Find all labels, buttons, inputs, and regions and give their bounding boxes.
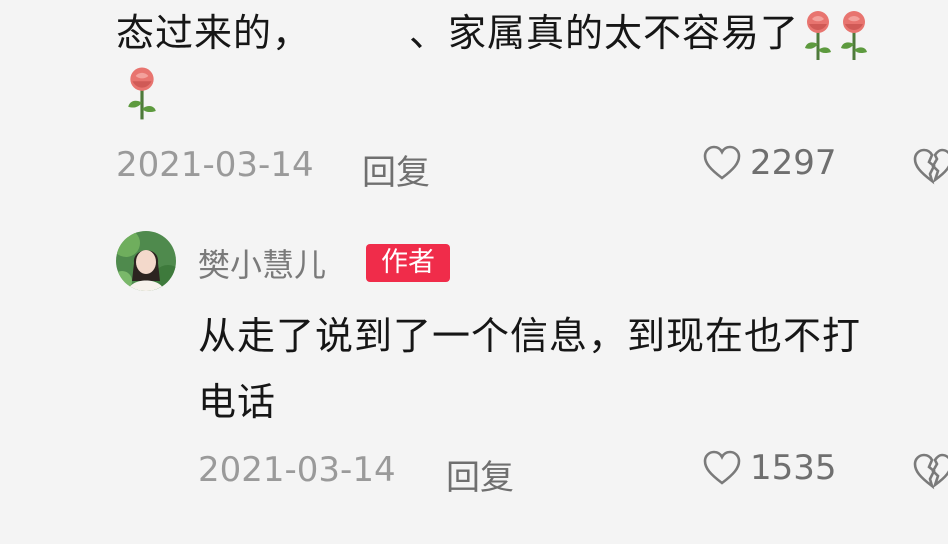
author-avatar[interactable]	[116, 231, 176, 291]
rose-icon	[805, 10, 832, 60]
comment-1-date: 2021-03-14	[116, 145, 314, 185]
rose-icon	[841, 10, 868, 60]
heart-outline-icon	[703, 450, 741, 485]
comment-1-text: 态过来的， 、家属真的太不容易了	[116, 6, 871, 62]
comment-1-reply-button[interactable]: 回复	[362, 145, 430, 194]
comment-1-line1: 态过来的， 、家属真的太不容易了	[116, 11, 800, 55]
comment-2-reply-button[interactable]: 回复	[446, 450, 514, 499]
avatar-image	[116, 231, 176, 291]
comment-1-line2	[122, 66, 160, 122]
rose-icon	[128, 67, 156, 120]
comment-2-line2: 电话	[198, 380, 277, 424]
comment-2-date: 2021-03-14	[198, 450, 396, 490]
author-badge: 作者	[366, 244, 450, 282]
comment-2-like-count: 1535	[750, 448, 837, 488]
comment-2-text: 从走了说到了一个信息，到现在也不打 电话	[198, 309, 861, 429]
comment-1-like-count: 2297	[750, 143, 837, 183]
heart-outline-icon	[703, 145, 741, 180]
comment-2-line1: 从走了说到了一个信息，到现在也不打	[198, 314, 862, 358]
broken-heart-icon[interactable]	[912, 452, 948, 490]
comment-2-like-button[interactable]: 1535	[702, 448, 837, 488]
comment-1-like-button[interactable]: 2297	[702, 143, 837, 183]
broken-heart-icon[interactable]	[912, 147, 948, 185]
author-name[interactable]: 樊小慧儿	[198, 240, 326, 286]
